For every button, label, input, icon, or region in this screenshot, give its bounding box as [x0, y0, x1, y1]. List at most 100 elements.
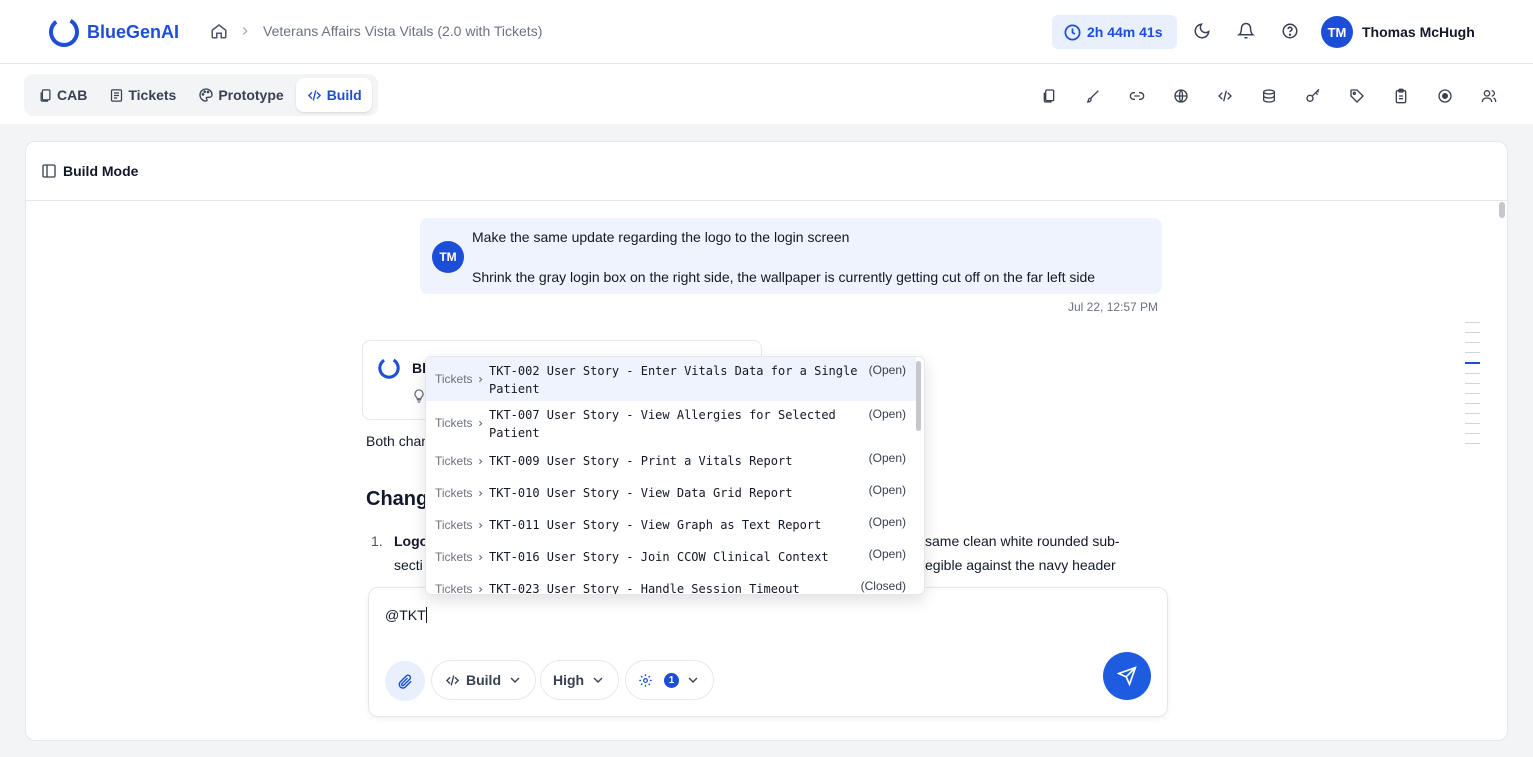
tab-tickets[interactable]: Tickets	[99, 78, 186, 112]
logo-icon	[49, 17, 79, 47]
send-button[interactable]	[1103, 652, 1151, 700]
clock-icon	[1064, 24, 1081, 40]
message-composer[interactable]: @TKT Build High 1	[368, 587, 1168, 717]
ticket-option[interactable]: Tickets TKT-002 User Story - Enter Vital…	[426, 357, 916, 401]
brush-icon[interactable]	[1085, 88, 1101, 104]
chevron-right-icon	[478, 522, 482, 528]
ai-name: Bl	[412, 360, 426, 376]
chevron-right-icon	[478, 586, 482, 592]
option-status: (Open)	[868, 407, 906, 421]
tab-prototype[interactable]: Prototype	[188, 78, 293, 112]
top-header: BlueGenAI Veterans Affairs Vista Vitals …	[0, 0, 1533, 64]
effort-select-label: High	[553, 672, 585, 688]
breadcrumb: Veterans Affairs Vista Vitals (2.0 with …	[210, 22, 542, 40]
sidebar-toggle-icon	[42, 164, 56, 178]
attach-button[interactable]	[385, 661, 425, 701]
ticket-option[interactable]: Tickets TKT-011 User Story - View Graph …	[426, 509, 916, 541]
tab-bar: CAB Tickets Prototype Build	[0, 64, 1533, 124]
mode-select[interactable]: Build	[431, 660, 536, 700]
chevron-right-icon	[478, 420, 482, 426]
effort-select[interactable]: High	[540, 660, 620, 700]
paperclip-icon	[398, 674, 412, 689]
list-number: 1.	[371, 533, 383, 549]
palette-icon	[199, 88, 214, 102]
logo-icon	[378, 357, 400, 379]
option-title: TKT-010 User Story - View Data Grid Repo…	[489, 486, 793, 500]
option-title: TKT-009 User Story - Print a Vitals Repo…	[489, 454, 793, 468]
tab-cab[interactable]: CAB	[28, 78, 97, 112]
project-title[interactable]: Veterans Affairs Vista Vitals (2.0 with …	[263, 23, 542, 39]
globe-icon[interactable]	[1173, 88, 1189, 104]
settings-select[interactable]: 1	[625, 660, 714, 700]
user-message: TM Make the same update regarding the lo…	[420, 218, 1162, 294]
gear-icon	[639, 673, 652, 687]
list-item-text: egible against the navy header	[925, 557, 1116, 573]
list-icon	[111, 88, 123, 102]
conversation-minimap[interactable]	[1465, 322, 1480, 453]
moon-icon[interactable]	[1193, 22, 1211, 40]
list-item-bold: Logo	[394, 533, 429, 549]
record-icon[interactable]	[1437, 88, 1453, 104]
bell-icon[interactable]	[1237, 22, 1255, 40]
chevron-down-icon	[510, 677, 520, 683]
chevron-right-icon	[478, 376, 482, 382]
option-title: TKT-023 User Story - Handle Session Time…	[489, 582, 800, 595]
message-timestamp: Jul 22, 12:57 PM	[1068, 300, 1159, 314]
text-caret	[425, 607, 427, 623]
chevron-right-icon	[478, 490, 482, 496]
tag-icon[interactable]	[1349, 88, 1365, 104]
composer-input[interactable]: @TKT	[385, 607, 427, 623]
mode-select-label: Build	[466, 672, 501, 688]
avatar: TM	[432, 241, 464, 273]
option-source: Tickets	[435, 582, 485, 594]
tab-label: Prototype	[218, 87, 284, 103]
ticket-option[interactable]: Tickets TKT-010 User Story - View Data G…	[426, 477, 916, 509]
chevron-down-icon	[688, 677, 698, 683]
tab-label: Tickets	[128, 87, 177, 103]
option-status: (Open)	[868, 483, 906, 497]
list-item-text: same clean white rounded sub-	[925, 533, 1120, 549]
database-icon[interactable]	[1261, 88, 1277, 104]
tab-build[interactable]: Build	[295, 78, 372, 112]
option-status: (Open)	[868, 451, 906, 465]
tab-label: CAB	[57, 87, 88, 103]
chevron-right-icon	[242, 27, 248, 35]
session-timer[interactable]: 2h 44m 41s	[1052, 15, 1177, 49]
option-source: Tickets	[435, 486, 485, 500]
user-name[interactable]: Thomas McHugh	[1362, 24, 1475, 40]
option-status: (Closed)	[860, 579, 906, 593]
help-icon[interactable]	[1281, 22, 1299, 40]
panel-title[interactable]: Build Mode	[41, 163, 138, 179]
files-icon[interactable]	[1041, 88, 1057, 104]
option-status: (Open)	[868, 363, 906, 377]
timer-value: 2h 44m 41s	[1087, 24, 1163, 40]
ticket-option[interactable]: Tickets TKT-009 User Story - Print a Vit…	[426, 445, 916, 477]
user-avatar[interactable]: TM	[1321, 16, 1353, 48]
chevron-down-icon	[593, 677, 603, 683]
code-icon	[445, 674, 460, 686]
composer-value: @TKT	[385, 607, 426, 623]
key-icon[interactable]	[1305, 88, 1321, 104]
option-title: TKT-011 User Story - View Graph as Text …	[489, 518, 822, 532]
ticket-option[interactable]: Tickets TKT-007 User Story - View Allerg…	[426, 401, 916, 445]
option-source: Tickets	[435, 416, 485, 430]
home-icon[interactable]	[210, 22, 228, 40]
mode-tabs: CAB Tickets Prototype Build	[24, 74, 378, 116]
tab-label: Build	[326, 87, 362, 103]
users-icon[interactable]	[1481, 88, 1497, 104]
mention-dropdown: Tickets TKT-002 User Story - Enter Vital…	[425, 356, 925, 595]
clipboard-icon[interactable]	[1393, 88, 1409, 104]
option-source: Tickets	[435, 372, 485, 386]
code-icon[interactable]	[1217, 88, 1233, 104]
chat-scrollbar[interactable]	[1499, 202, 1505, 218]
dropdown-scrollbar[interactable]	[916, 361, 921, 431]
brand-logo[interactable]: BlueGenAI	[47, 15, 179, 49]
ticket-option[interactable]: Tickets TKT-023 User Story - Handle Sess…	[426, 573, 916, 595]
link-icon[interactable]	[1129, 88, 1145, 104]
settings-count-badge: 1	[664, 672, 679, 688]
ticket-option[interactable]: Tickets TKT-016 User Story - Join CCOW C…	[426, 541, 916, 573]
option-status: (Open)	[868, 515, 906, 529]
panel-title-text: Build Mode	[63, 163, 139, 179]
brand-name: BlueGenAI	[87, 21, 180, 42]
option-title: TKT-007 User Story - View Allergies for …	[489, 408, 836, 440]
